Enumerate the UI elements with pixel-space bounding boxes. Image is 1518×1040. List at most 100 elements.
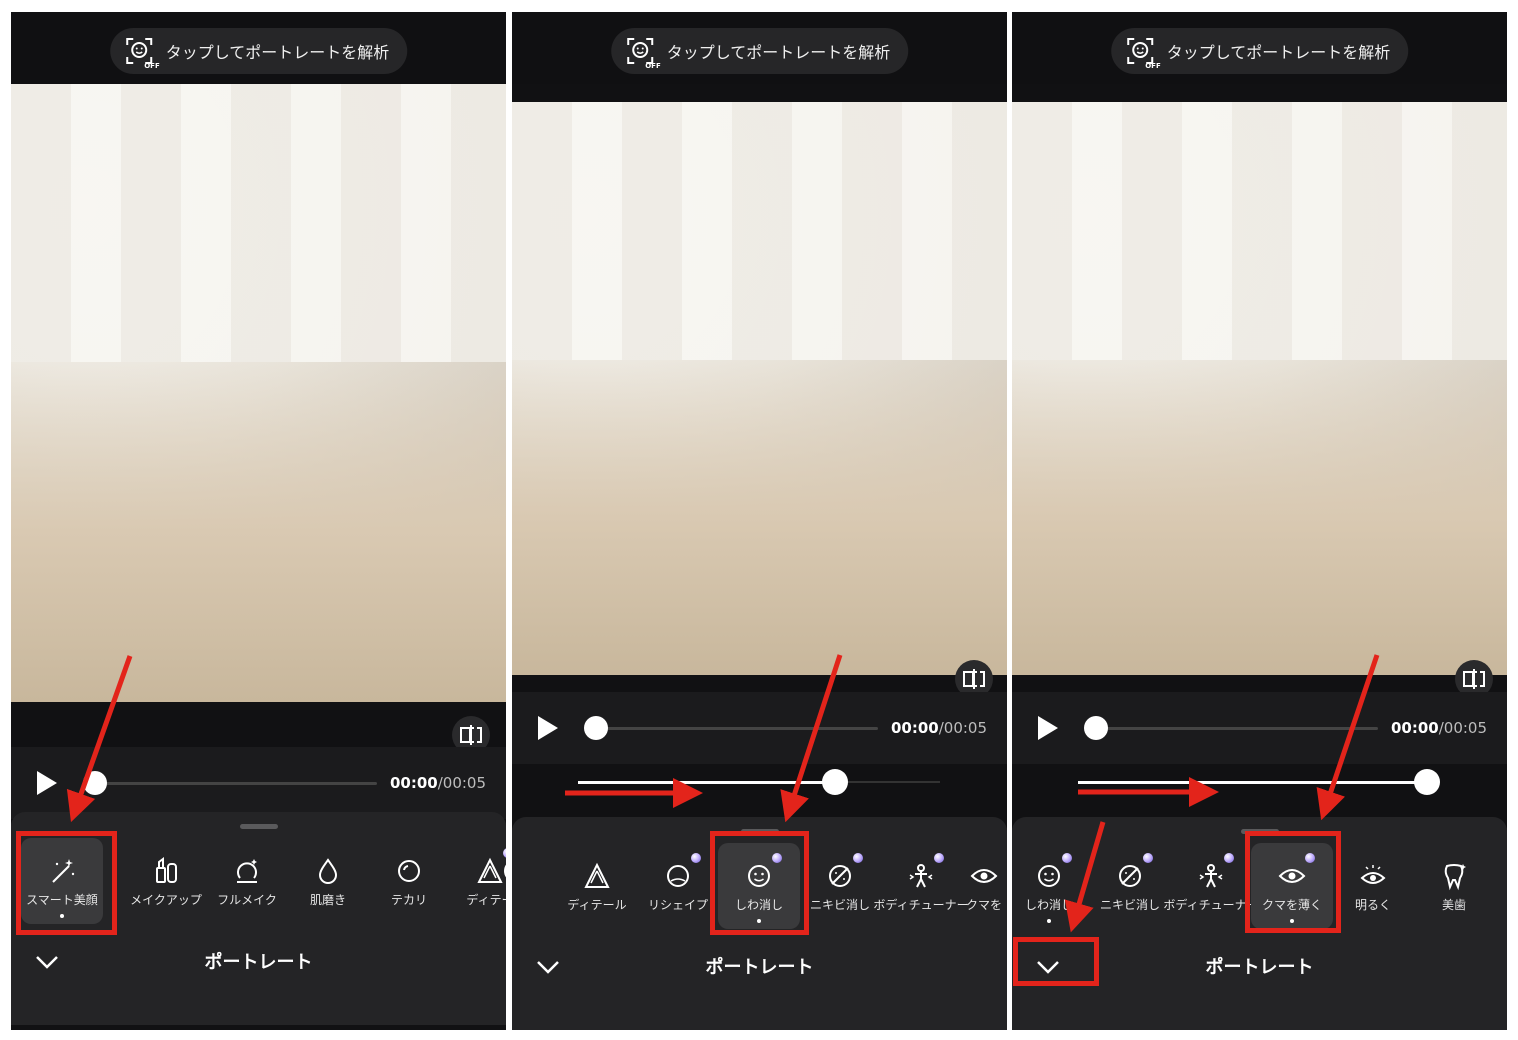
premium-gem-icon: [691, 853, 701, 863]
eye-icon: [1278, 869, 1306, 883]
play-icon[interactable]: [538, 716, 558, 740]
tool-wrinkle-removal[interactable]: しわ消し: [718, 843, 800, 929]
photo-preview[interactable]: [11, 84, 506, 702]
sheet-title: ポートレート: [705, 957, 814, 978]
timeline-knob[interactable]: [584, 716, 608, 740]
timeline-knob[interactable]: [83, 771, 107, 795]
portrait-sheet: スマート美顔 メイクアップ フルメイク 肌磨き テカリ ディテー: [11, 812, 506, 1025]
tool-dark-circles-partial[interactable]: クマを: [961, 843, 1007, 929]
portrait-photo: [11, 84, 506, 702]
sheet-handle[interactable]: [1240, 829, 1279, 834]
eye-icon: [970, 869, 998, 883]
top-bar: OFF タップしてポートレートを解析: [1012, 12, 1507, 84]
top-bar: OFF タップしてポートレートを解析: [11, 12, 506, 84]
slider-knob[interactable]: [822, 769, 848, 795]
premium-gem-icon: [772, 853, 782, 863]
analyze-portrait-label: タップしてポートレートを解析: [666, 43, 891, 62]
play-icon[interactable]: [1038, 716, 1058, 740]
sheet-footer: ポートレート: [512, 947, 1007, 987]
playback-bar: 00:00/00:05: [1012, 692, 1507, 764]
sheet-footer: ポートレート: [1012, 947, 1507, 987]
slider-fill: [1078, 781, 1428, 784]
applied-dot: [60, 914, 64, 918]
tool-dark-circles[interactable]: クマを薄く: [1251, 843, 1333, 929]
sheet-handle[interactable]: [239, 824, 278, 829]
face-scan-off-icon: OFF: [625, 36, 661, 70]
tool-acne-removal[interactable]: ニキビ消し: [799, 843, 881, 929]
portrait-photo: [1012, 102, 1507, 675]
tool-wrinkle-removal[interactable]: しわ消し: [1012, 843, 1090, 929]
tool-smart-beauty[interactable]: スマート美顔: [21, 838, 103, 924]
time-readout: 00:00/00:05: [389, 774, 486, 792]
face-scan-off-icon: OFF: [1125, 36, 1161, 70]
compare-icon: [1463, 669, 1485, 689]
premium-gem-icon: [1062, 853, 1072, 863]
timeline-track[interactable]: [95, 782, 377, 785]
sheet-handle[interactable]: [740, 829, 779, 834]
portrait-sheet: ディテール リシェイプ しわ消し ニキビ消し ボディチューナー クマを ポートレ…: [512, 817, 1007, 1030]
compare-icon: [963, 669, 985, 689]
top-bar: OFF タップしてポートレートを解析: [512, 12, 1007, 84]
screenshot-panel-2: OFF タップしてポートレートを解析 00:00/00:05 ディテール リシェ…: [512, 12, 1007, 1030]
tool-makeup[interactable]: メイクアップ: [125, 838, 207, 924]
premium-gem-icon: [1143, 853, 1153, 863]
sheet-title: ポートレート: [1205, 957, 1314, 978]
play-icon[interactable]: [37, 771, 57, 795]
face-icon: [504, 864, 506, 878]
tool-row: スマート美顔 メイクアップ フルメイク 肌磨き テカリ ディテー: [11, 838, 506, 930]
slider-knob[interactable]: [1414, 769, 1440, 795]
tool-full-makeup[interactable]: フルメイク: [206, 838, 288, 924]
detail-icon: [584, 862, 610, 888]
timeline-track[interactable]: [1096, 727, 1378, 730]
analyze-portrait-button[interactable]: OFF タップしてポートレートを解析: [109, 28, 408, 74]
portrait-photo: [512, 102, 1007, 675]
premium-gem-icon: [934, 853, 944, 863]
tool-brighten-eyes[interactable]: 明るく: [1332, 843, 1414, 929]
tool-acne-removal[interactable]: ニキビ消し: [1089, 843, 1171, 929]
makeup-icon: [156, 857, 177, 883]
photo-preview[interactable]: [1012, 102, 1507, 675]
tool-shine[interactable]: テカリ: [368, 838, 450, 924]
timeline-knob[interactable]: [1084, 716, 1108, 740]
analyze-portrait-button[interactable]: OFF タップしてポートレートを解析: [610, 28, 909, 74]
applied-dot: [757, 919, 761, 923]
bright-eye-icon: [1360, 865, 1386, 884]
tool-teeth-whitening[interactable]: 美歯: [1413, 843, 1495, 929]
acne-icon: [829, 865, 851, 887]
tool-row: しわ消し ニキビ消し ボディチューナー クマを薄く 明るく 美歯: [1012, 843, 1507, 935]
tool-detail[interactable]: ディテール: [556, 843, 638, 929]
screenshot-panel-1: OFF タップしてポートレートを解析 00:00/00:05 スマート美顔 メイ…: [11, 12, 506, 1030]
analyze-portrait-label: タップしてポートレートを解析: [1166, 43, 1391, 62]
smile-face-icon: [1038, 865, 1060, 887]
screenshot-panel-3: OFF タップしてポートレートを解析 00:00/00:05 しわ消し ニキビ消…: [1012, 12, 1507, 1030]
timeline-track[interactable]: [596, 727, 878, 730]
reshape-icon: [667, 865, 689, 887]
photo-preview[interactable]: [512, 102, 1007, 675]
magic-wand-icon: [52, 859, 75, 883]
compare-icon: [460, 725, 482, 745]
tool-body-tuner[interactable]: ボディチューナー: [873, 843, 969, 929]
premium-gem-icon: [1305, 853, 1315, 863]
slider-fill: [578, 781, 835, 784]
analyze-portrait-button[interactable]: OFF タップしてポートレートを解析: [1110, 28, 1409, 74]
sheet-footer: ポートレート: [11, 942, 506, 982]
playback-bar: 00:00/00:05: [11, 747, 506, 819]
tool-skin-smooth[interactable]: 肌磨き: [287, 838, 369, 924]
tool-partial[interactable]: カリ: [495, 838, 506, 924]
applied-dot: [1047, 919, 1051, 923]
tool-reshape[interactable]: リシェイプ: [637, 843, 719, 929]
premium-gem-icon: [1224, 853, 1234, 863]
tool-body-tuner[interactable]: ボディチューナー: [1163, 843, 1259, 929]
intensity-slider[interactable]: [1012, 764, 1507, 814]
premium-gem-icon: [853, 853, 863, 863]
analyze-portrait-label: タップしてポートレートを解析: [165, 43, 390, 62]
acne-icon: [1119, 865, 1141, 887]
applied-dot: [1290, 919, 1294, 923]
body-tuner-icon: [1199, 864, 1223, 888]
portrait-sheet: しわ消し ニキビ消し ボディチューナー クマを薄く 明るく 美歯 ポートレート: [1012, 817, 1507, 1030]
intensity-slider[interactable]: [512, 764, 1007, 814]
smile-face-icon: [748, 865, 770, 887]
sheet-title: ポートレート: [204, 952, 313, 973]
time-readout: 00:00/00:05: [1390, 719, 1487, 737]
playback-bar: 00:00/00:05: [512, 692, 1007, 764]
